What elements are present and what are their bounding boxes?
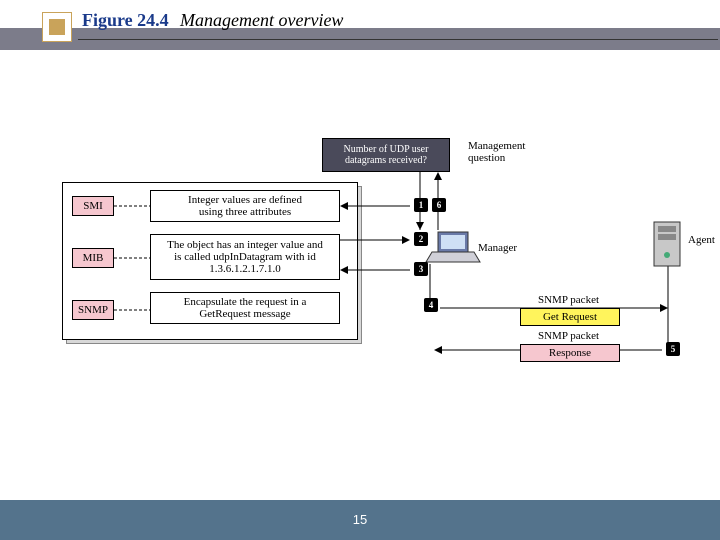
manager-label: Manager [478, 242, 517, 254]
step-2: 2 [414, 232, 428, 246]
step-1: 1 [414, 198, 428, 212]
step-4: 4 [424, 298, 438, 312]
figure-title: Management overview [180, 10, 343, 31]
step-3: 3 [414, 262, 428, 276]
response-packet-label: SNMP packet [538, 330, 599, 342]
response-box: Response [520, 344, 620, 362]
step-6: 6 [432, 198, 446, 212]
agent-label: Agent [688, 234, 715, 246]
get-request-box: Get Request [520, 308, 620, 326]
header-rule [78, 39, 718, 40]
step-5: 5 [666, 342, 680, 356]
footer-bar: 15 [0, 500, 720, 540]
page-number: 15 [353, 512, 367, 527]
request-packet-label: SNMP packet [538, 294, 599, 306]
figure-number: Figure 24.4 [82, 10, 169, 31]
bullet-icon [42, 12, 72, 42]
diagram-canvas: SMI Integer values are defined using thr… [0, 50, 720, 480]
diagram-lines [0, 50, 720, 480]
